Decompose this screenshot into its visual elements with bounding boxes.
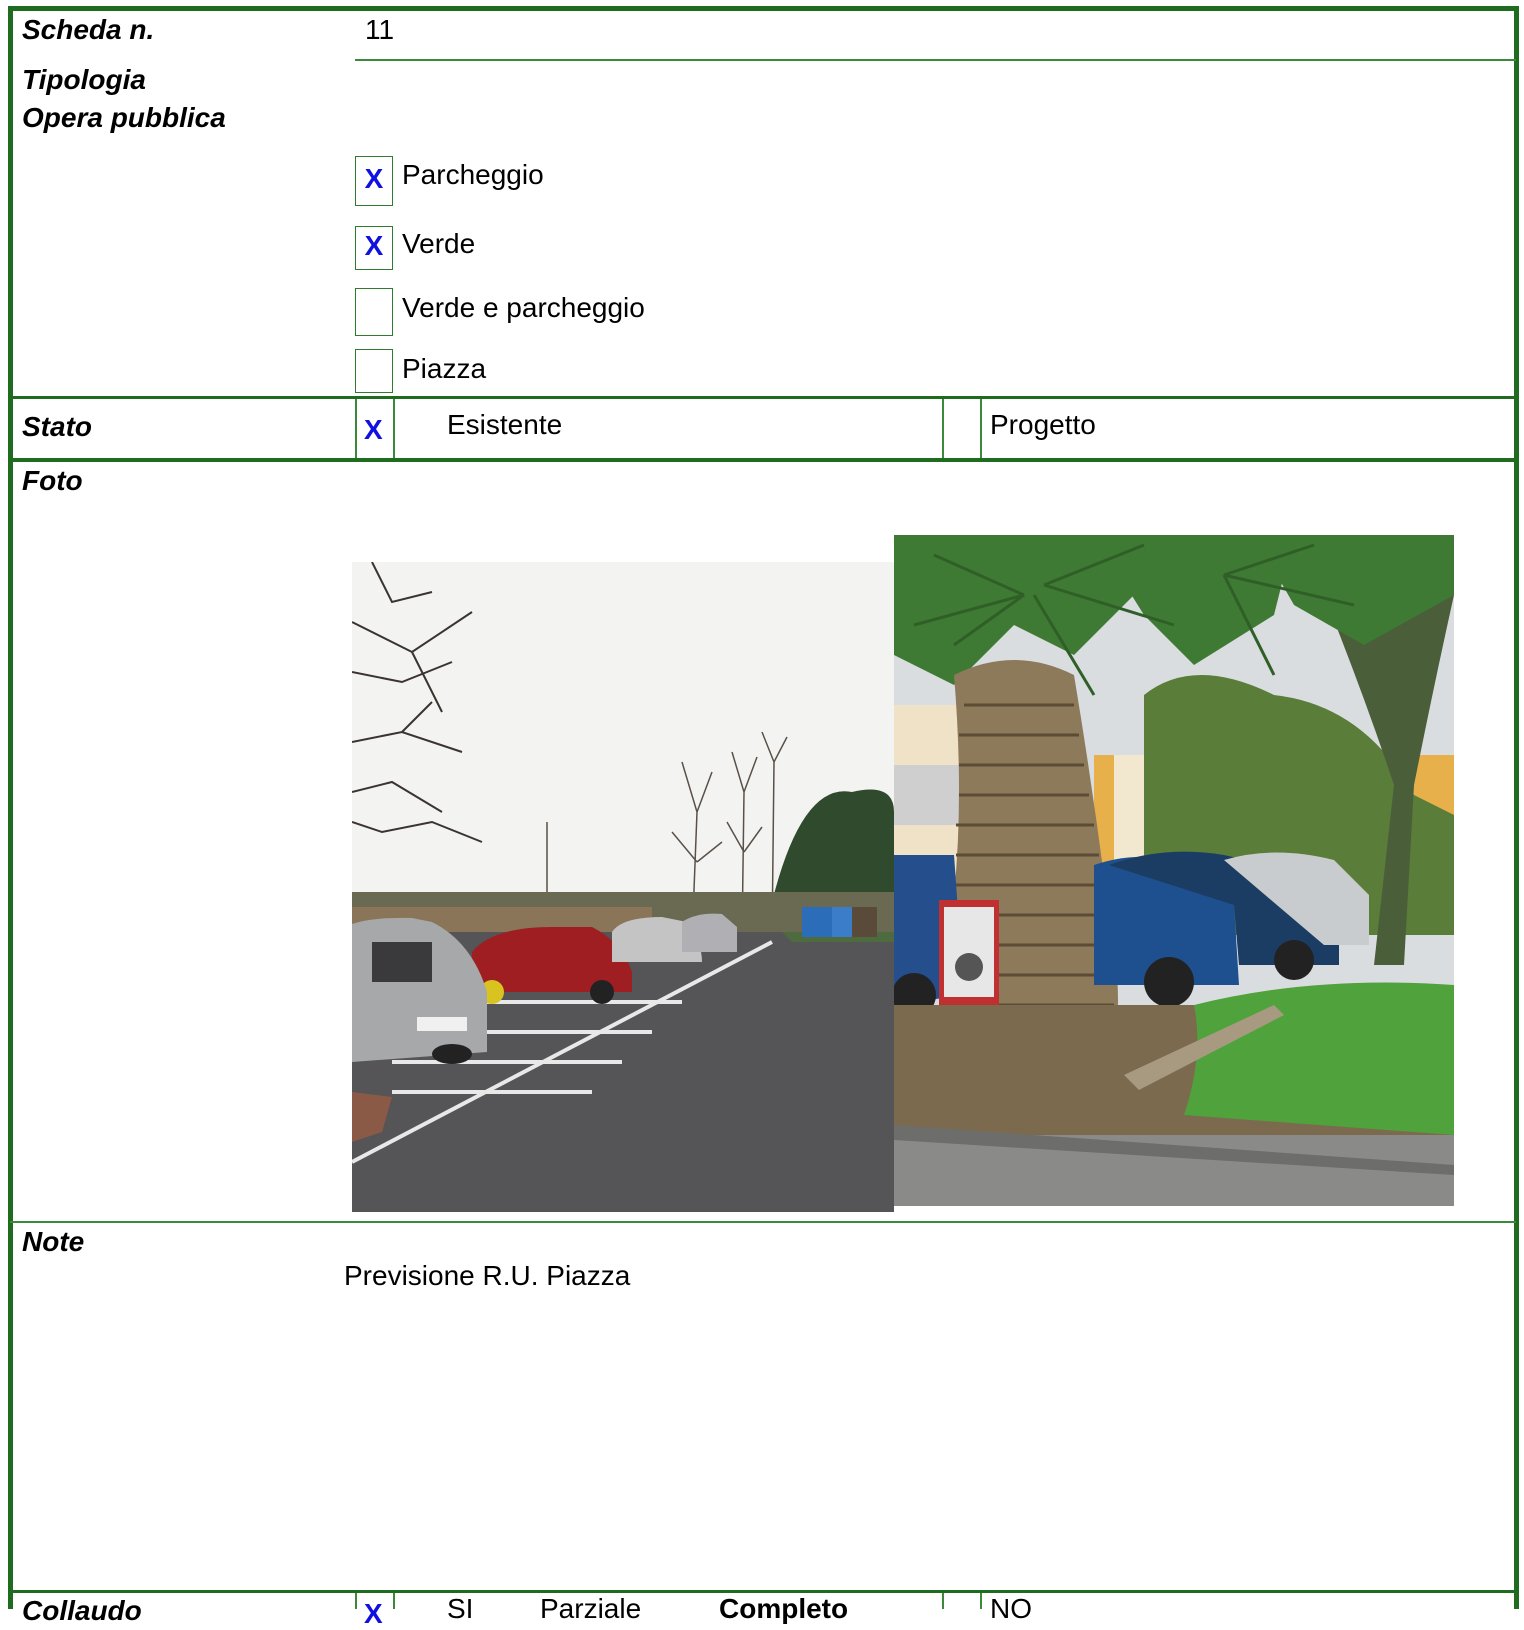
stato-esistente: Esistente — [447, 409, 563, 440]
cell-divider — [355, 1593, 357, 1609]
collaudo-label: Collaudo — [22, 1595, 142, 1626]
collaudo-parziale: Parziale — [540, 1593, 642, 1624]
foto-label: Foto — [22, 465, 83, 496]
verde-e-parcheggio-label: Verde e parcheggio — [402, 292, 645, 323]
collaudo-completo: Completo — [719, 1593, 849, 1624]
stato-check-x-icon[interactable]: X — [364, 414, 383, 446]
palm-tree-image — [894, 535, 1454, 1206]
note-text: Previsione R.U. Piazza — [344, 1260, 631, 1291]
opera-pubblica-label: Opera pubblica — [22, 102, 226, 133]
collaudo-check-x-icon[interactable]: X — [364, 1598, 383, 1630]
palm-tree-photo — [894, 535, 1454, 1206]
row-divider — [355, 59, 1516, 61]
piazza-label: Piazza — [402, 353, 487, 384]
check-x-icon: X — [364, 163, 384, 194]
cell-divider — [980, 1593, 982, 1609]
row-divider — [10, 458, 1516, 462]
collaudo-no: NO — [990, 1593, 1032, 1624]
parcheggio-checkbox[interactable]: X — [355, 156, 393, 206]
verde-label: Verde — [402, 228, 476, 259]
cell-divider — [980, 399, 982, 458]
parking-lot-photo — [352, 562, 894, 1212]
cell-divider — [355, 399, 357, 458]
cell-divider — [942, 1593, 944, 1609]
row-divider — [10, 1221, 1516, 1223]
scheda-label: Scheda n. — [22, 14, 155, 45]
parcheggio-label: Parcheggio — [402, 159, 544, 190]
frame-left — [8, 6, 13, 1609]
piazza-checkbox[interactable] — [355, 349, 393, 393]
check-x-icon: X — [364, 230, 384, 261]
frame-top — [8, 6, 1519, 11]
stato-label: Stato — [22, 411, 92, 442]
row-divider — [10, 396, 1516, 399]
scheda-number: 11 — [365, 14, 395, 45]
note-label: Note — [22, 1226, 85, 1257]
cell-divider — [393, 399, 395, 458]
collaudo-si: SI — [447, 1593, 474, 1624]
verde-checkbox[interactable]: X — [355, 226, 393, 270]
frame-right — [1514, 6, 1519, 1609]
tipologia-label: Tipologia — [22, 64, 146, 95]
stato-progetto: Progetto — [990, 409, 1096, 440]
cell-divider — [942, 399, 944, 458]
parking-lot-image — [352, 562, 894, 1212]
verde-e-parcheggio-checkbox[interactable] — [355, 288, 393, 336]
cell-divider — [393, 1593, 395, 1609]
